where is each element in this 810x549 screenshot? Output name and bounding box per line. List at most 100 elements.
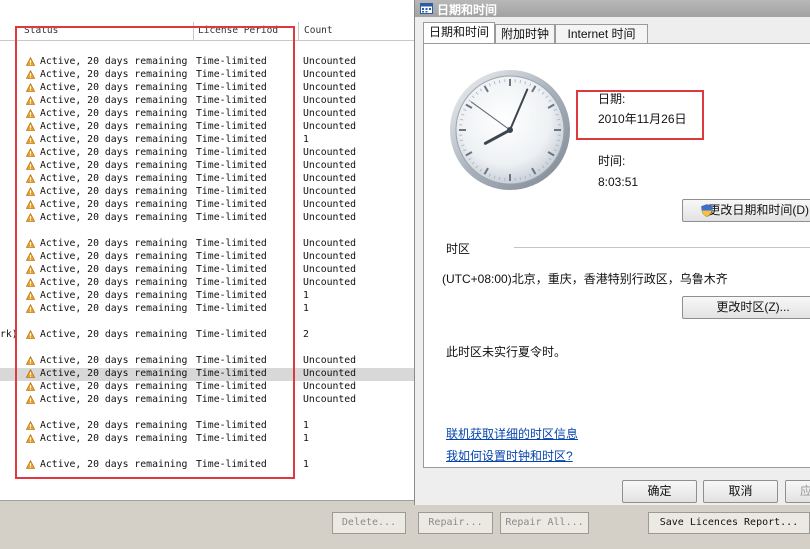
column-header-status[interactable]: Status <box>24 25 58 36</box>
row-status: Active, 20 days remaining <box>40 173 188 184</box>
table-row[interactable]: Active, 20 days remaining Time-limited Unc… <box>0 56 414 69</box>
row-count: 1 <box>303 134 309 145</box>
tab-internet-time[interactable]: Internet 时间 <box>555 24 648 43</box>
row-license-period: Time-limited <box>196 290 267 301</box>
dst-note: 此时区未实行夏令时。 <box>446 345 567 359</box>
table-row[interactable]: Active, 20 days remaining Time-limited Unc… <box>0 186 414 199</box>
row-license-period: Time-limited <box>196 394 267 405</box>
column-separator[interactable] <box>298 22 299 40</box>
row-count: 1 <box>303 459 309 470</box>
table-row[interactable]: Active, 20 days remaining Time-limited Unc… <box>0 121 414 134</box>
table-row[interactable]: Active, 20 days remaining Time-limited Unc… <box>0 355 414 368</box>
repair-button[interactable]: Repair... <box>418 512 493 534</box>
warning-triangle-icon <box>26 304 35 313</box>
how-to-set-clock-link[interactable]: 我如何设置时钟和时区? <box>446 447 573 464</box>
row-status: Active, 20 days remaining <box>40 56 188 67</box>
table-row[interactable]: rk) Active, 20 days remaining Time-limited… <box>0 329 414 342</box>
warning-triangle-icon <box>26 83 35 92</box>
apply-button[interactable]: 应 <box>785 480 810 503</box>
warning-triangle-icon <box>26 239 35 248</box>
change-timezone-button[interactable]: 更改时区(Z)... <box>682 296 810 319</box>
row-license-period: Time-limited <box>196 160 267 171</box>
row-count: Uncounted <box>303 251 357 262</box>
row-count: Uncounted <box>303 108 357 119</box>
table-row[interactable]: Active, 20 days remaining Time-limited 1 <box>0 134 414 147</box>
row-count: 1 <box>303 303 309 314</box>
time-value: 8:03:51 <box>598 175 639 189</box>
table-row[interactable]: Active, 20 days remaining Time-limited Unc… <box>0 277 414 290</box>
row-count: Uncounted <box>303 381 357 392</box>
row-count: Uncounted <box>303 69 357 80</box>
row-count: Uncounted <box>303 368 357 379</box>
column-separator[interactable] <box>193 22 194 40</box>
table-row[interactable]: Active, 20 days remaining Time-limited Unc… <box>0 212 414 225</box>
row-license-period: Time-limited <box>196 251 267 262</box>
dialog-title-bar[interactable]: 日期和时间 <box>415 0 810 17</box>
row-license-period: Time-limited <box>196 368 267 379</box>
ok-button[interactable]: 确定 <box>622 480 697 503</box>
table-row[interactable]: Active, 20 days remaining Time-limited Unc… <box>0 264 414 277</box>
row-license-period: Time-limited <box>196 108 267 119</box>
row-license-period: Time-limited <box>196 212 267 223</box>
warning-triangle-icon <box>26 200 35 209</box>
column-header-license-period[interactable]: License Period <box>198 25 278 36</box>
row-status: Active, 20 days remaining <box>40 459 188 470</box>
table-row[interactable]: Active, 20 days remaining Time-limited Unc… <box>0 251 414 264</box>
row-license-period: Time-limited <box>196 238 267 249</box>
row-count: Uncounted <box>303 186 357 197</box>
warning-triangle-icon <box>26 174 35 183</box>
row-status: Active, 20 days remaining <box>40 108 188 119</box>
warning-triangle-icon <box>26 356 35 365</box>
column-header-count[interactable]: Count <box>304 25 333 36</box>
table-row[interactable]: Active, 20 days remaining Time-limited Unc… <box>0 69 414 82</box>
row-license-period: Time-limited <box>196 186 267 197</box>
calendar-icon <box>420 3 433 14</box>
table-row[interactable]: Active, 20 days remaining Time-limited Unc… <box>0 238 414 251</box>
table-row[interactable]: Active, 20 days remaining Time-limited Unc… <box>0 147 414 160</box>
row-status: Active, 20 days remaining <box>40 368 188 379</box>
row-license-period: Time-limited <box>196 329 267 340</box>
save-licences-report-button[interactable]: Save Licences Report... <box>648 512 810 534</box>
warning-triangle-icon <box>26 161 35 170</box>
warning-triangle-icon <box>26 382 35 391</box>
row-count: Uncounted <box>303 264 357 275</box>
row-status: Active, 20 days remaining <box>40 303 188 314</box>
table-row[interactable]: Active, 20 days remaining Time-limited Unc… <box>0 82 414 95</box>
table-row[interactable]: Active, 20 days remaining Time-limited Unc… <box>0 173 414 186</box>
cancel-button[interactable]: 取消 <box>703 480 778 503</box>
table-row[interactable]: Active, 20 days remaining Time-limited Unc… <box>0 95 414 108</box>
table-row[interactable]: Active, 20 days remaining Time-limited 1 <box>0 433 414 446</box>
warning-triangle-icon <box>26 148 35 157</box>
timezone-info-link[interactable]: 联机获取详细的时区信息 <box>446 425 578 442</box>
table-row[interactable]: Active, 20 days remaining Time-limited 1 <box>0 303 414 316</box>
table-row[interactable]: Active, 20 days remaining Time-limited Unc… <box>0 394 414 407</box>
row-license-period: Time-limited <box>196 121 267 132</box>
change-date-time-button[interactable]: 更改日期和时间(D)... <box>682 199 810 222</box>
row-name-fragment: rk) <box>0 329 18 340</box>
table-row[interactable]: Active, 20 days remaining Time-limited Unc… <box>0 108 414 121</box>
table-row[interactable]: Active, 20 days remaining Time-limited Unc… <box>0 160 414 173</box>
row-license-period: Time-limited <box>196 173 267 184</box>
row-status: Active, 20 days remaining <box>40 121 188 132</box>
table-row[interactable]: Active, 20 days remaining Time-limited Unc… <box>0 381 414 394</box>
row-count: Uncounted <box>303 355 357 366</box>
analog-clock <box>450 70 570 190</box>
table-row[interactable]: Active, 20 days remaining Time-limited Unc… <box>0 199 414 212</box>
row-license-period: Time-limited <box>196 303 267 314</box>
tab-additional-clocks[interactable]: 附加时钟 <box>495 24 555 43</box>
row-count: Uncounted <box>303 82 357 93</box>
row-status: Active, 20 days remaining <box>40 251 188 262</box>
timezone-label: 时区 <box>446 242 471 256</box>
warning-triangle-icon <box>26 421 35 430</box>
repair-all-button[interactable]: Repair All... <box>500 512 589 534</box>
table-row[interactable]: Active, 20 days remaining Time-limited 1 <box>0 420 414 433</box>
tab-date-time[interactable]: 日期和时间 <box>423 22 495 44</box>
row-license-period: Time-limited <box>196 420 267 431</box>
warning-triangle-icon <box>26 460 35 469</box>
row-count: Uncounted <box>303 95 357 106</box>
table-row[interactable]: Active, 20 days remaining Time-limited Unc… <box>0 368 414 381</box>
delete-button[interactable]: Delete... <box>332 512 406 534</box>
table-row[interactable]: Active, 20 days remaining Time-limited 1 <box>0 459 414 472</box>
row-status: Active, 20 days remaining <box>40 394 188 405</box>
table-row[interactable]: Active, 20 days remaining Time-limited 1 <box>0 290 414 303</box>
